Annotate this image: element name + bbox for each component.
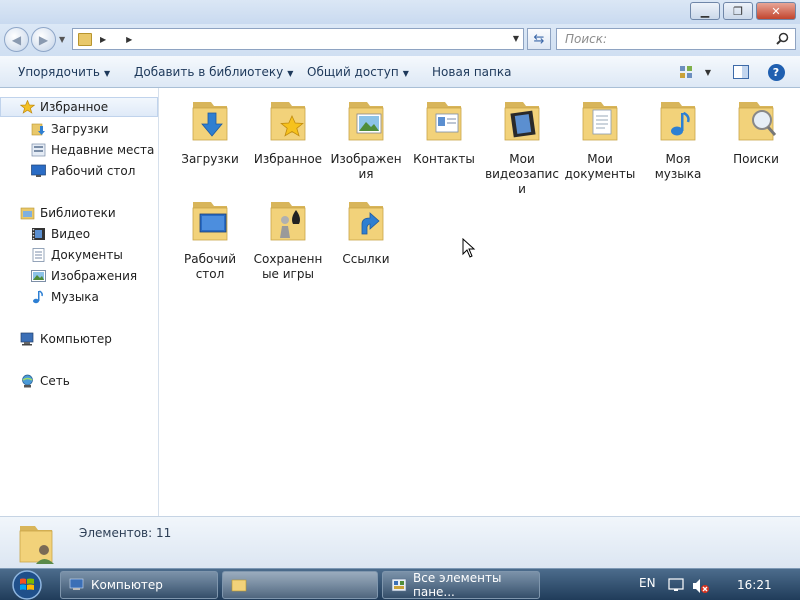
sidebar-item-music[interactable]: Музыка — [0, 287, 158, 307]
recent-places-icon — [31, 143, 46, 157]
item-count-label: Элементов: 11 — [79, 526, 172, 540]
computer-icon — [20, 332, 34, 346]
preview-pane-button[interactable] — [731, 63, 751, 81]
documents-folder-icon — [582, 102, 618, 141]
videos-folder-icon — [504, 102, 540, 141]
folder-item[interactable]: Поиски — [719, 96, 793, 167]
minimize-button[interactable]: ▁ — [690, 2, 720, 20]
window-controls: ▁ ❐ ✕ — [687, 2, 796, 20]
start-button[interactable] — [6, 569, 48, 600]
downloads-folder-icon — [192, 102, 228, 141]
recent-pages-dropdown[interactable]: ▼ — [59, 35, 65, 44]
music-folder-icon — [660, 102, 696, 141]
video-icon — [32, 228, 45, 240]
sidebar-item-recent-places[interactable]: Недавние места — [0, 140, 158, 160]
sidebar-item-network[interactable]: Сеть — [0, 371, 158, 391]
forward-button[interactable]: ▶ — [31, 27, 56, 52]
folder-item[interactable]: Контакты — [407, 96, 481, 167]
sidebar-item-downloads[interactable]: Загрузки — [0, 119, 158, 139]
folder-item[interactable]: Мои документы — [563, 96, 637, 182]
address-history-dropdown[interactable]: ▼ — [513, 34, 519, 43]
language-indicator[interactable]: EN — [639, 576, 656, 590]
sidebar-item-libraries[interactable]: Библиотеки — [0, 203, 158, 223]
folder-item[interactable]: Мои видеозаписи — [485, 96, 559, 197]
add-to-library-button[interactable]: Добавить в библиотеку ▼ — [134, 65, 293, 79]
chevron-down-icon: ▼ — [287, 69, 294, 78]
chevron-down-icon: ▼ — [402, 69, 409, 78]
back-button[interactable]: ◀ — [4, 27, 29, 52]
control-panel-icon — [391, 578, 407, 592]
file-list-pane: Загрузки Избранное Изображения Контакты — [160, 88, 800, 516]
folder-icon — [231, 579, 247, 592]
breadcrumb-separator-icon[interactable]: ▶ — [100, 35, 106, 44]
desktop-icon — [31, 164, 46, 177]
folder-item[interactable]: Сохраненные игры — [251, 196, 325, 282]
arrow-right-icon: ▶ — [38, 32, 49, 47]
change-view-button[interactable] — [676, 63, 696, 81]
clock[interactable]: 16:21 — [737, 578, 772, 592]
contacts-folder-icon — [426, 102, 462, 141]
pictures-icon — [31, 270, 46, 282]
folder-item[interactable]: Изображения — [329, 96, 403, 182]
libraries-icon — [20, 207, 35, 220]
sidebar-item-desktop[interactable]: Рабочий стол — [0, 161, 158, 181]
search-placeholder: Поиск: — [565, 32, 608, 46]
taskbar: Компьютер Все элементы пане... EN 16:21 — [0, 568, 800, 600]
refresh-button[interactable]: ⇆ — [527, 28, 551, 50]
sidebar-item-computer[interactable]: Компьютер — [0, 329, 158, 349]
chevron-down-icon: ▼ — [103, 69, 111, 78]
folder-icon — [78, 32, 92, 46]
favorites-folder-icon — [270, 102, 306, 141]
sidebar-item-pictures[interactable]: Изображения — [0, 266, 158, 286]
folder-item[interactable]: Ссылки — [329, 196, 403, 267]
close-button[interactable]: ✕ — [756, 2, 796, 20]
address-bar[interactable]: ▶ ▶ ▼ — [72, 28, 524, 50]
taskbar-button-computer[interactable]: Компьютер — [60, 571, 218, 599]
refresh-icon: ⇆ — [533, 31, 545, 47]
command-toolbar: Упорядочить ▼ Добавить в библиотеку ▼ Общи… — [0, 56, 800, 88]
saved-games-folder-icon — [270, 202, 306, 241]
details-pane: Элементов: 11 — [0, 516, 800, 568]
maximize-button[interactable]: ❐ — [723, 2, 753, 20]
pictures-folder-icon — [348, 102, 384, 141]
desktop-folder-icon — [192, 202, 228, 241]
sidebar-item-documents[interactable]: Документы — [0, 245, 158, 265]
breadcrumb-separator-icon[interactable]: ▶ — [126, 35, 132, 44]
star-icon — [20, 100, 35, 114]
music-icon — [33, 290, 43, 304]
mouse-cursor-icon — [462, 238, 476, 258]
view-options-dropdown[interactable]: ▼ — [698, 63, 718, 81]
new-folder-button[interactable]: Новая папка — [432, 65, 511, 79]
folder-item[interactable]: Рабочий стол — [173, 196, 247, 282]
organize-button[interactable]: Упорядочить ▼ — [18, 65, 110, 79]
searches-folder-icon — [738, 102, 777, 141]
search-box[interactable]: Поиск: — [556, 28, 796, 50]
network-icon — [22, 374, 33, 388]
title-bar: ▁ ❐ ✕ — [0, 0, 800, 24]
search-icon[interactable] — [776, 32, 789, 45]
computer-icon — [69, 578, 84, 590]
help-icon: ? — [767, 63, 785, 81]
sidebar-item-video[interactable]: Видео — [0, 224, 158, 244]
downloads-icon — [31, 123, 45, 136]
user-folder-icon — [19, 526, 54, 564]
documents-icon — [32, 248, 45, 262]
sidebar-item-favorites[interactable]: Избранное — [0, 97, 158, 117]
arrow-left-icon: ◀ — [11, 32, 22, 47]
taskbar-button-current-folder[interactable] — [222, 571, 378, 599]
folder-item[interactable]: Загрузки — [173, 96, 247, 167]
folder-item[interactable]: Моя музыка — [641, 96, 715, 182]
folder-item[interactable]: Избранное — [251, 96, 325, 167]
navigation-bar: ◀ ▶ ▼ ▶ ▶ ▼ ⇆ Поиск: — [0, 24, 800, 56]
help-button[interactable]: ? — [766, 63, 786, 81]
preview-pane-icon — [733, 65, 749, 79]
share-button[interactable]: Общий доступ ▼ — [307, 65, 409, 79]
action-center-icon[interactable] — [668, 578, 684, 592]
volume-muted-icon[interactable] — [692, 578, 710, 594]
links-folder-icon — [348, 202, 384, 241]
navigation-pane: Избранное Загрузки Недавние места Рабочи… — [0, 88, 159, 516]
view-icon — [679, 66, 692, 78]
taskbar-button-control-panel[interactable]: Все элементы пане... — [382, 571, 540, 599]
